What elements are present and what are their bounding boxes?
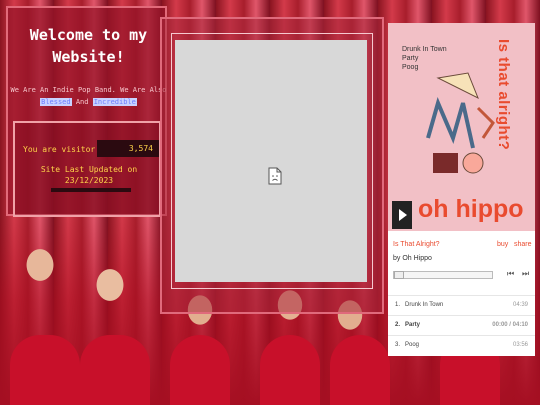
updated-bar bbox=[51, 188, 131, 192]
visitor-label: You are visitor bbox=[23, 145, 96, 154]
album-credit: Drunk In Town bbox=[402, 46, 447, 53]
track-name[interactable]: Poog bbox=[405, 342, 419, 348]
visitor-counter-box: You are visitor 3,574 Site Last Updated … bbox=[13, 121, 161, 217]
tagline-and: And bbox=[75, 98, 89, 106]
track-title[interactable]: Is That Alright? bbox=[393, 241, 440, 248]
buy-link[interactable]: buy bbox=[497, 241, 508, 248]
last-updated: Site Last Updated on 23/12/2023 bbox=[15, 164, 163, 186]
tracklist: 1. Drunk In Town 04:39 2. Party 00:00 / … bbox=[388, 295, 535, 355]
tagline: We Are An Indie Pop Band. We Are Also Bl… bbox=[8, 84, 169, 108]
album-art: Drunk In Town Party Poog Is that alright… bbox=[388, 23, 535, 231]
music-player: Drunk In Town Party Poog Is that alright… bbox=[388, 23, 535, 356]
progress-knob[interactable] bbox=[394, 271, 404, 279]
play-button[interactable] bbox=[392, 201, 412, 229]
track-row[interactable]: 3. Poog 03:56 bbox=[388, 335, 535, 355]
next-track-icon[interactable]: ⏭ bbox=[522, 269, 529, 279]
track-row[interactable]: 2. Party 00:00 / 04:10 bbox=[388, 315, 535, 335]
broken-image-icon bbox=[268, 167, 282, 185]
artist-line[interactable]: by Oh Hippo bbox=[393, 255, 432, 262]
track-time: 03:56 bbox=[512, 342, 528, 348]
album-illustration bbox=[426, 72, 495, 174]
background-person bbox=[10, 335, 80, 405]
tagline-prefix: We Are An Indie Pop Band. We Are Also bbox=[10, 86, 167, 94]
album-vertical-title: Is that alright? bbox=[495, 39, 512, 151]
blessed-link[interactable]: Blessed bbox=[40, 98, 72, 106]
progress-bar[interactable] bbox=[393, 271, 493, 279]
prev-track-icon[interactable]: ⏮ bbox=[507, 269, 514, 279]
track-name[interactable]: Party bbox=[405, 322, 420, 328]
welcome-panel: Welcome to my Website! We Are An Indie P… bbox=[6, 6, 169, 217]
album-band-name: oh hippo bbox=[418, 195, 524, 223]
share-link[interactable]: share bbox=[514, 241, 532, 248]
background-person bbox=[170, 335, 230, 405]
visitor-count: 3,574 bbox=[97, 140, 159, 157]
track-time: 04:39 bbox=[512, 302, 528, 308]
track-row[interactable]: 1. Drunk In Town 04:39 bbox=[388, 295, 535, 315]
embedded-content[interactable] bbox=[175, 40, 367, 282]
embed-panel bbox=[160, 17, 384, 314]
incredible-link[interactable]: Incredible bbox=[92, 98, 137, 106]
track-number: 3. bbox=[395, 342, 401, 348]
updated-date: 23/12/2023 bbox=[64, 176, 114, 185]
site-title: Welcome to my Website! bbox=[29, 26, 148, 66]
background-person bbox=[80, 335, 150, 405]
track-time: 00:00 / 04:10 bbox=[492, 322, 528, 328]
updated-label: Site Last Updated on bbox=[40, 165, 138, 174]
track-name[interactable]: Drunk In Town bbox=[405, 302, 443, 308]
track-number: 2. bbox=[395, 322, 401, 328]
track-number: 1. bbox=[395, 302, 401, 308]
background-person bbox=[260, 335, 320, 405]
album-credit: Party bbox=[402, 55, 419, 62]
background-person bbox=[330, 335, 390, 405]
